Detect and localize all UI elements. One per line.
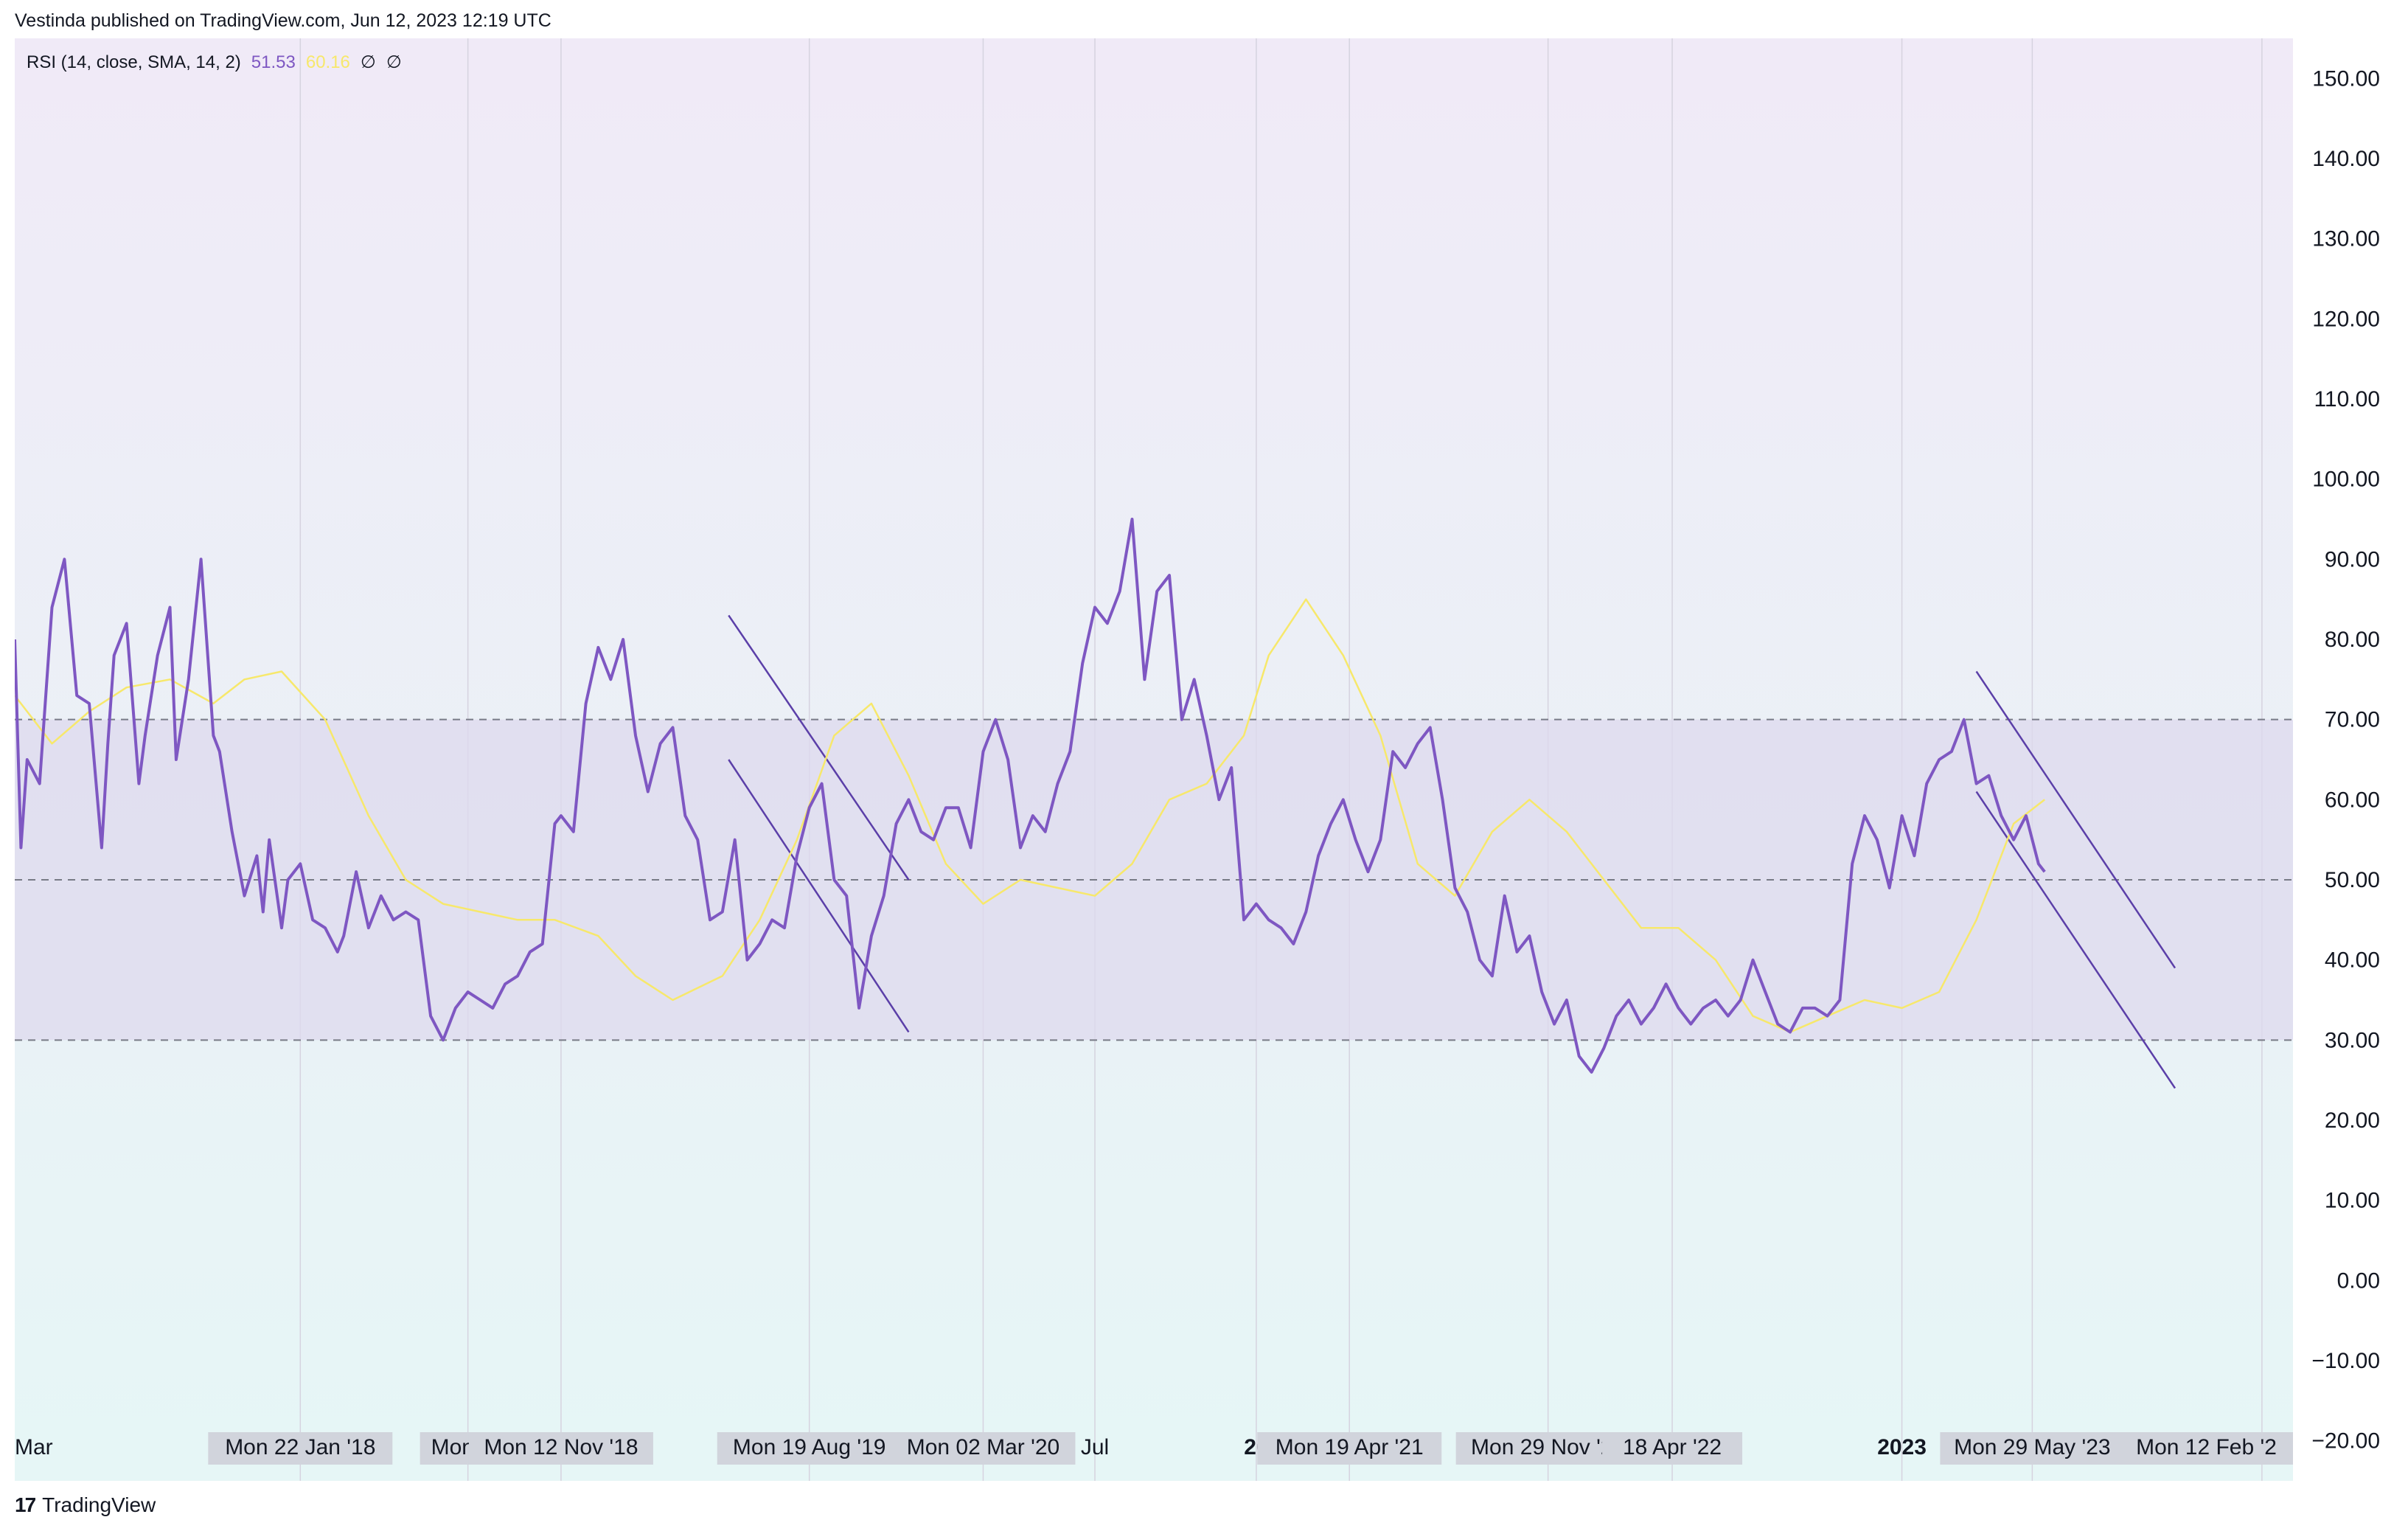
x-tick: Mon 19 Aug '19	[717, 1432, 902, 1465]
x-tick: 2023	[1877, 1435, 1927, 1459]
na-value-1: ∅	[360, 52, 376, 72]
x-tick: Mon 02 Mar '20	[891, 1432, 1076, 1465]
y-tick-label: 60.00	[2325, 788, 2380, 812]
x-tick-label: 2023	[1877, 1435, 1927, 1459]
y-tick-label: 10.00	[2325, 1189, 2380, 1213]
y-tick-label: −10.00	[2311, 1349, 2380, 1373]
y-tick-label: 70.00	[2325, 708, 2380, 732]
x-tick-label: Mon 02 Mar '20	[907, 1435, 1060, 1459]
y-tick-label: 20.00	[2325, 1108, 2380, 1133]
y-tick-label: 80.00	[2325, 628, 2380, 652]
x-tick: Mon 12 Feb '2	[2120, 1432, 2293, 1465]
x-tick-label: Mar	[15, 1435, 53, 1459]
y-tick-label: 110.00	[2314, 387, 2380, 412]
y-tick-label: 100.00	[2312, 468, 2380, 492]
ma-value: 60.16	[305, 52, 350, 72]
x-tick: Mon 12 Nov '18	[468, 1432, 653, 1465]
x-tick-label: Mon 12 Feb '2	[2136, 1435, 2277, 1459]
x-tick-label: Mon 19 Aug '19	[733, 1435, 886, 1459]
x-tick-label: Mon 19 Apr '21	[1276, 1435, 1424, 1459]
indicator-legend[interactable]: RSI (14, close, SMA, 14, 2) 51.53 60.16 …	[27, 52, 402, 73]
x-tick-label: 18 Apr '22	[1623, 1435, 1722, 1459]
y-tick-label: −20.00	[2311, 1429, 2380, 1454]
indicator-title: RSI (14, close, SMA, 14, 2)	[27, 52, 241, 72]
tradingview-mark-icon: 17	[15, 1493, 36, 1516]
x-tick: Mon 29 May '23	[1940, 1432, 2125, 1465]
y-tick-label: 90.00	[2325, 547, 2380, 572]
x-tick: Mar	[15, 1435, 53, 1459]
x-tick-label: Mon 22 Jan '18	[225, 1435, 375, 1459]
na-value-2: ∅	[386, 52, 402, 72]
y-tick-label: 40.00	[2325, 948, 2380, 973]
y-tick-label: 130.00	[2312, 227, 2380, 251]
y-tick-label: 0.00	[2337, 1268, 2380, 1293]
x-tick: Mon 22 Jan '18	[208, 1432, 393, 1465]
y-tick-label: 120.00	[2312, 307, 2380, 331]
y-axis: 150.00 140.00 130.00 120.00 110.00 100.00 90.0…	[2311, 66, 2380, 1453]
x-tick: Jul	[1081, 1435, 1109, 1459]
tradingview-brand: TradingView	[42, 1493, 156, 1516]
y-tick-label: 50.00	[2325, 868, 2380, 892]
y-tick-label: 150.00	[2312, 66, 2380, 91]
x-tick-label: Mon 12 Nov '18	[484, 1435, 638, 1459]
rsi-value: 51.53	[251, 52, 296, 72]
x-tick-label: Mon 29 Nov '21	[1471, 1435, 1625, 1459]
y-tick-label: 140.00	[2312, 147, 2380, 171]
x-tick: 18 Apr '22	[1602, 1432, 1743, 1465]
rsi-chart[interactable]: 150.00 140.00 130.00 120.00 110.00 100.00 90.0…	[0, 0, 2408, 1531]
x-tick: Mon 19 Apr '21	[1257, 1432, 1442, 1465]
x-tick-label: Mon 29 May '23	[1954, 1435, 2111, 1459]
tradingview-logo[interactable]: 17 TradingView	[15, 1493, 156, 1517]
x-tick-label: Jul	[1081, 1435, 1109, 1459]
y-tick-label: 30.00	[2325, 1028, 2380, 1052]
